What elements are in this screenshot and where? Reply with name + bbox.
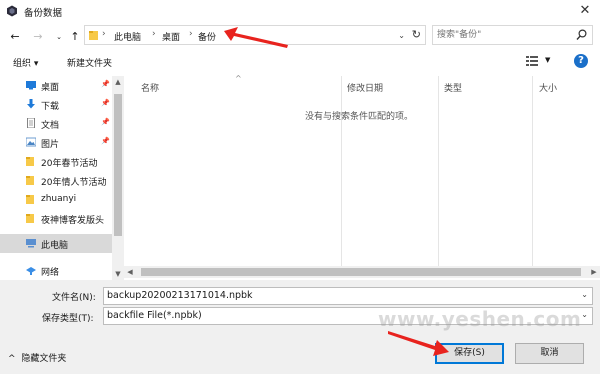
annotation-arrow-icon bbox=[224, 27, 288, 48]
empty-folder-message: 没有与搜索条件匹配的项。 bbox=[305, 112, 414, 122]
navigation-pane: 桌面 📌 下载 📌 文档 📌 图片 📌 20年春节活动 20年情人节活动 zhu… bbox=[0, 76, 124, 280]
hide-folders-label: 隐藏文件夹 bbox=[21, 354, 67, 364]
view-dropdown-icon[interactable]: ▼ bbox=[545, 56, 550, 64]
address-dropdown-icon[interactable]: ⌄ bbox=[398, 31, 405, 40]
folder-icon bbox=[89, 31, 98, 40]
sidebar-item-label: 此电脑 bbox=[41, 241, 69, 251]
breadcrumb-separator: › bbox=[189, 29, 193, 39]
network-icon bbox=[26, 267, 36, 275]
pin-icon[interactable]: 📌 bbox=[101, 137, 110, 145]
scrollbar-thumb[interactable] bbox=[141, 268, 581, 276]
column-divider[interactable] bbox=[532, 76, 533, 266]
column-header-date[interactable]: 修改日期 bbox=[347, 81, 383, 94]
breadcrumb-backup[interactable]: 备份 bbox=[198, 30, 216, 43]
column-divider[interactable] bbox=[438, 76, 439, 266]
filename-field[interactable]: backup20200213171014.npbk ⌄ bbox=[103, 287, 593, 305]
sort-up-icon: ^ bbox=[235, 74, 242, 83]
sidebar-item-folder[interactable]: zhuanyi bbox=[0, 190, 112, 209]
sidebar-item-label: 夜神博客发版头 bbox=[41, 216, 105, 226]
app-logo-icon bbox=[7, 5, 17, 17]
pin-icon[interactable]: 📌 bbox=[101, 99, 110, 107]
scroll-up-icon[interactable]: ▲ bbox=[112, 76, 124, 88]
computer-icon bbox=[26, 239, 36, 248]
close-button[interactable]: ✕ bbox=[576, 2, 594, 20]
filetype-dropdown-icon[interactable]: ⌄ bbox=[581, 310, 588, 319]
scroll-left-icon[interactable]: ◀ bbox=[124, 266, 136, 278]
folder-icon bbox=[26, 195, 34, 204]
pin-icon[interactable]: 📌 bbox=[101, 80, 110, 88]
up-arrow-icon[interactable]: ↑ bbox=[68, 30, 82, 44]
title-bar: 备份数据 ✕ bbox=[0, 0, 600, 22]
breadcrumb-separator: › bbox=[102, 29, 106, 39]
sidebar-item-this-pc[interactable]: 此电脑 bbox=[0, 234, 112, 253]
sidebar-item-desktop[interactable]: 桌面 📌 bbox=[0, 76, 112, 95]
folder-icon bbox=[26, 176, 34, 185]
refresh-icon[interactable]: ↻ bbox=[412, 28, 421, 41]
sidebar-scrollbar[interactable]: ▲ ▼ bbox=[112, 76, 124, 280]
sidebar-item-label: zhuanyi bbox=[41, 194, 77, 204]
sidebar-item-label: 20年春节活动 bbox=[41, 159, 98, 169]
document-icon bbox=[27, 118, 35, 128]
column-header-size[interactable]: 大小 bbox=[539, 81, 557, 94]
window-title: 备份数据 bbox=[24, 8, 63, 19]
search-icon[interactable] bbox=[576, 29, 587, 41]
sidebar-item-label: 网络 bbox=[41, 268, 60, 278]
breadcrumb-separator: › bbox=[152, 29, 156, 39]
back-arrow-icon[interactable]: ← bbox=[8, 30, 22, 44]
new-folder-button[interactable]: 新建文件夹 bbox=[67, 56, 112, 69]
search-box[interactable] bbox=[432, 25, 593, 45]
sidebar-item-folder[interactable]: 20年情人节活动 bbox=[0, 171, 112, 190]
download-icon bbox=[27, 99, 35, 109]
picture-icon bbox=[26, 137, 36, 147]
filename-value[interactable]: backup20200213171014.npbk bbox=[107, 290, 253, 301]
pin-icon[interactable]: 📌 bbox=[101, 118, 110, 126]
watermark: www.yeshen.com bbox=[378, 307, 582, 331]
help-icon[interactable]: ? bbox=[574, 54, 588, 68]
sidebar-item-folder[interactable]: 夜神博客发版头 bbox=[0, 209, 112, 228]
filetype-value[interactable]: backfile File(*.npbk) bbox=[107, 310, 202, 321]
file-list[interactable]: ^ 名称 修改日期 类型 大小 bbox=[124, 74, 600, 266]
column-header-name[interactable]: 名称 bbox=[141, 81, 159, 94]
folder-icon bbox=[26, 214, 34, 223]
filename-dropdown-icon[interactable]: ⌄ bbox=[581, 290, 588, 299]
sidebar-item-downloads[interactable]: 下载 📌 bbox=[0, 95, 112, 114]
desktop-icon bbox=[26, 81, 36, 90]
column-header-type[interactable]: 类型 bbox=[444, 81, 462, 94]
search-input[interactable] bbox=[437, 28, 567, 42]
sidebar-item-documents[interactable]: 文档 📌 bbox=[0, 114, 112, 133]
cancel-button[interactable]: 取消 bbox=[515, 343, 584, 364]
scroll-right-icon[interactable]: ▶ bbox=[588, 266, 600, 278]
chevron-up-icon: ^ bbox=[8, 354, 16, 364]
filename-label: 文件名(N): bbox=[52, 293, 96, 303]
scroll-down-icon[interactable]: ▼ bbox=[112, 268, 124, 280]
breadcrumb-this-pc[interactable]: 此电脑 bbox=[114, 30, 141, 43]
recent-locations-chevron-icon[interactable]: ⌄ bbox=[52, 30, 66, 44]
forward-arrow-icon[interactable]: → bbox=[31, 30, 45, 44]
sidebar-item-network[interactable]: 网络 bbox=[0, 261, 112, 280]
column-divider[interactable] bbox=[341, 76, 342, 266]
horizontal-scrollbar[interactable]: ◀ ▶ bbox=[124, 266, 600, 278]
annotation-arrow-icon bbox=[388, 331, 449, 356]
filetype-label: 保存类型(T): bbox=[42, 314, 94, 324]
sidebar-item-pictures[interactable]: 图片 📌 bbox=[0, 133, 112, 152]
sidebar-item-label: 20年情人节活动 bbox=[41, 178, 107, 188]
view-options-icon[interactable] bbox=[526, 55, 538, 67]
command-bar: 组织 ▾ 新建文件夹 ▼ ? bbox=[0, 50, 600, 74]
organize-menu[interactable]: 组织 ▾ bbox=[13, 56, 38, 69]
breadcrumb-desktop[interactable]: 桌面 bbox=[162, 30, 180, 43]
sidebar-item-folder[interactable]: 20年春节活动 bbox=[0, 152, 112, 171]
scrollbar-thumb[interactable] bbox=[114, 94, 122, 236]
hide-folders-toggle[interactable]: ^ 隐藏文件夹 bbox=[8, 351, 66, 364]
folder-icon bbox=[26, 157, 34, 166]
